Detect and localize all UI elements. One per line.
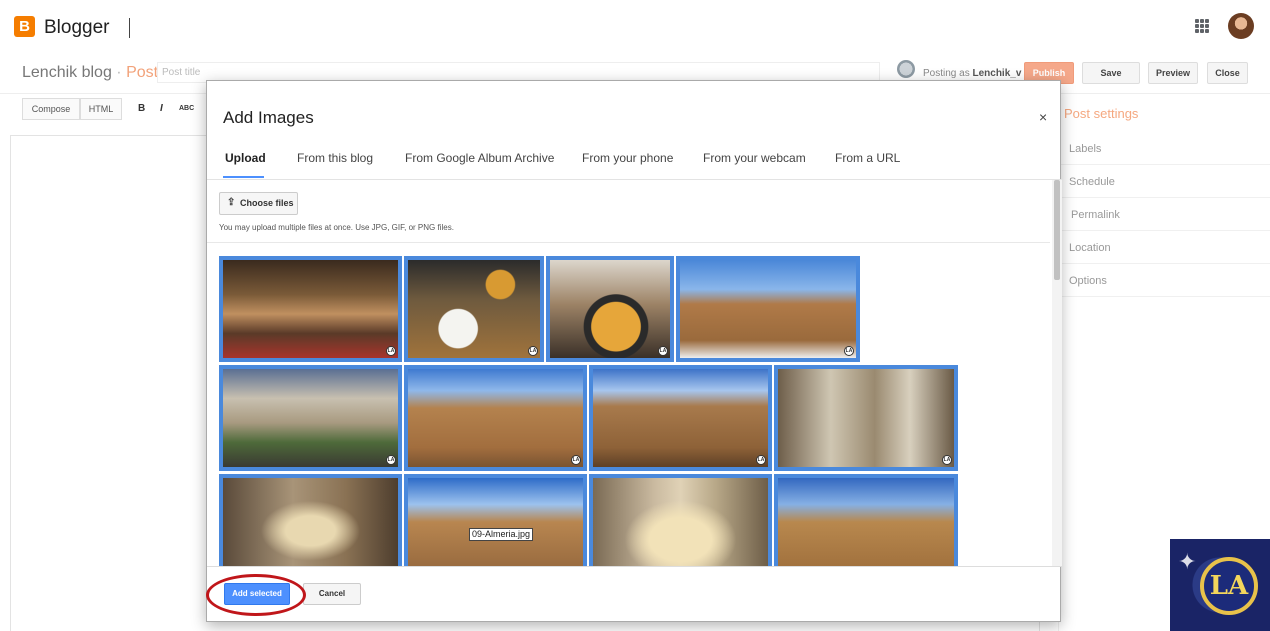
image-thumbnail-paella-bottle[interactable]: LA <box>546 256 674 362</box>
thumbnail-image <box>593 478 768 566</box>
image-thumbnail-cathedral-palms[interactable]: LA <box>676 256 860 362</box>
thumbnail-image: LA <box>408 260 540 358</box>
image-thumbnail-almeria-cloister[interactable] <box>404 474 587 566</box>
choose-files-button[interactable]: ⇪ Choose files <box>219 192 298 215</box>
apps-grid-icon[interactable] <box>1195 19 1209 33</box>
tab-from-your-webcam[interactable]: From your webcam <box>703 151 806 165</box>
bold-icon[interactable]: B <box>138 103 145 114</box>
annotation-circle <box>206 574 306 616</box>
la-badge-icon: LA <box>844 346 854 356</box>
image-thumbnail-cathedral-corner[interactable] <box>774 474 958 566</box>
la-watermark-logo: ✦ LA <box>1170 539 1270 631</box>
thumbnail-image: LA <box>223 369 398 467</box>
thumbnail-image: LA <box>550 260 670 358</box>
settings-item-schedule[interactable]: Schedule <box>1059 165 1270 198</box>
la-badge-icon: LA <box>756 455 766 465</box>
author-avatar <box>897 60 915 78</box>
add-images-dialog: Add Images × Upload From this blog From … <box>206 80 1062 622</box>
preview-button[interactable]: Preview <box>1148 62 1198 84</box>
save-button[interactable]: Save <box>1082 62 1140 84</box>
image-thumbnail-cathedral-facade[interactable]: LA <box>589 365 772 471</box>
thumbnail-image: LA <box>223 260 398 358</box>
thumbnail-image: LA <box>680 260 856 358</box>
image-thumbnail-vaulted-ceiling[interactable] <box>589 474 772 566</box>
cancel-button[interactable]: Cancel <box>303 583 361 605</box>
thumbnail-image <box>408 478 583 566</box>
brand-name[interactable]: Blogger <box>44 17 110 39</box>
strikethrough-icon[interactable]: ABC <box>179 105 194 112</box>
tabs-divider <box>207 179 1062 180</box>
image-thumbnail-altar[interactable] <box>219 474 402 566</box>
la-badge-icon: LA <box>386 455 396 465</box>
footer-divider <box>207 566 1062 567</box>
upload-note: You may upload multiple files at once. U… <box>219 223 454 232</box>
breadcrumb: Lenchik blog · Post <box>22 64 158 82</box>
sparkle-icon: ✦ <box>1178 549 1197 574</box>
thumbnail-image: LA <box>593 369 768 467</box>
brand-divider <box>129 18 130 38</box>
filename-tooltip: 09-Almeria.jpg <box>469 528 534 541</box>
close-icon[interactable]: × <box>1039 109 1047 125</box>
la-logo-ring: LA <box>1200 557 1258 615</box>
image-thumbnail-beer-paella[interactable]: LA <box>404 256 544 362</box>
tab-from-this-blog[interactable]: From this blog <box>297 151 373 165</box>
breadcrumb-separator: · <box>116 64 122 81</box>
tab-from-your-phone[interactable]: From your phone <box>582 151 673 165</box>
image-thumbnail-cathedral-tower[interactable]: LA <box>404 365 587 471</box>
upload-divider <box>207 242 1050 243</box>
settings-item-permalink[interactable]: Permalink <box>1059 198 1270 231</box>
close-button[interactable]: Close <box>1207 62 1248 84</box>
active-tab-indicator <box>223 176 264 178</box>
settings-item-location[interactable]: Location <box>1059 231 1270 264</box>
thumbnail-image <box>223 478 398 566</box>
post-label: Post <box>126 64 159 81</box>
la-badge-icon: LA <box>528 346 538 356</box>
post-settings-title: Post settings <box>1064 106 1139 121</box>
choose-files-label: Choose files <box>240 198 294 208</box>
settings-item-options[interactable]: Options <box>1059 264 1270 297</box>
tab-from-a-url[interactable]: From a URL <box>835 151 900 165</box>
account-avatar[interactable] <box>1228 13 1254 39</box>
thumbnail-image: LA <box>408 369 583 467</box>
la-badge-icon: LA <box>658 346 668 356</box>
image-thumbnail-cathedral-interior[interactable]: LA <box>774 365 958 471</box>
tab-upload[interactable]: Upload <box>225 151 266 165</box>
upload-icon: ⇪ <box>227 197 236 208</box>
image-thumbnail-hotel[interactable]: LA <box>219 365 402 471</box>
la-badge-icon: LA <box>571 455 581 465</box>
italic-icon[interactable]: I <box>160 103 163 114</box>
dialog-title: Add Images <box>223 108 314 127</box>
posting-as-prefix: Posting as <box>923 68 970 79</box>
settings-item-labels[interactable]: Labels <box>1059 132 1270 165</box>
html-mode-button[interactable]: HTML <box>80 98 122 120</box>
image-thumbnail-shop[interactable]: LA <box>219 256 402 362</box>
compose-mode-button[interactable]: Compose <box>22 98 80 120</box>
scrollbar-thumb[interactable] <box>1054 180 1060 280</box>
tab-from-google-album-archive[interactable]: From Google Album Archive <box>405 151 554 165</box>
thumbnail-image: LA <box>778 369 954 467</box>
blog-name[interactable]: Lenchik blog <box>22 64 112 81</box>
dialog-scrollbar[interactable] <box>1052 180 1062 566</box>
la-badge-icon: LA <box>942 455 952 465</box>
posting-as-user: Lenchik_v <box>972 68 1022 79</box>
la-badge-icon: LA <box>386 346 396 356</box>
posting-as-text: Posting as Lenchik_v <box>923 68 1021 79</box>
thumbnail-image <box>778 478 954 566</box>
blogger-logo-icon[interactable]: B <box>14 16 35 37</box>
top-bar: B Blogger <box>0 0 1270 52</box>
